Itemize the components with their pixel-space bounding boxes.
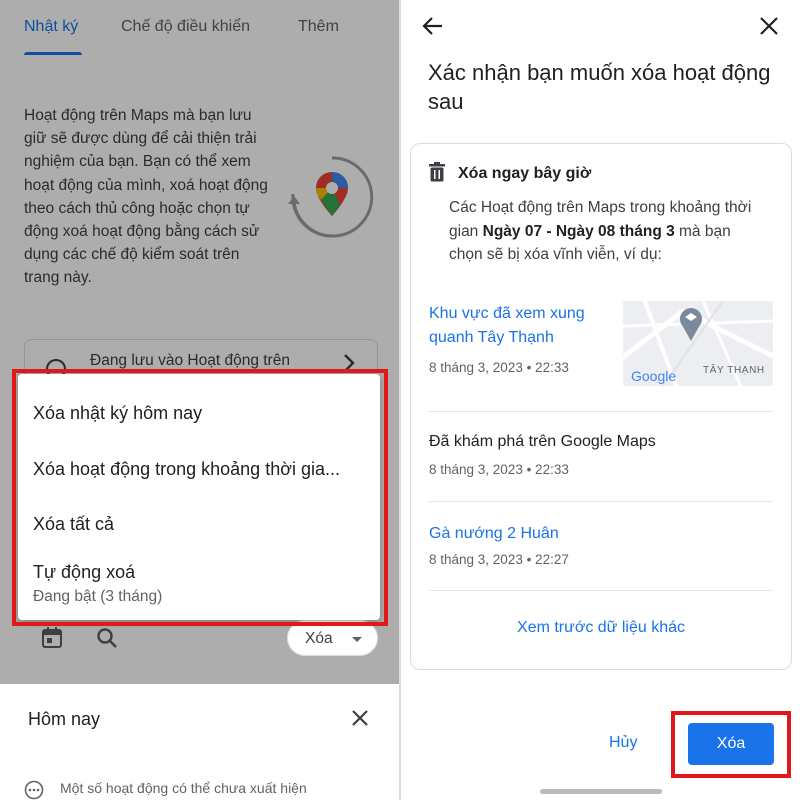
- today-heading: Hôm nay: [28, 709, 101, 729]
- map-place-label: TÂY THẠNH: [703, 363, 765, 376]
- activity-title: Đã khám phá trên Google Maps: [429, 433, 656, 450]
- calendar-icon[interactable]: [40, 626, 64, 655]
- delete-chip-label: Xóa: [305, 630, 333, 647]
- today-section: Hôm nay Một số hoạt động có thể chưa xuấ…: [0, 684, 400, 800]
- row-divider: [429, 501, 773, 502]
- activity-title-link[interactable]: Gà nướng 2 Huân: [429, 522, 774, 546]
- activity-item: Đã khám phá trên Google Maps 8 tháng 3, …: [429, 433, 774, 477]
- home-indicator: [540, 789, 662, 794]
- highlight-box-menu: [12, 369, 388, 626]
- back-arrow-icon[interactable]: [421, 14, 445, 43]
- activity-date: 8 tháng 3, 2023 • 22:27: [429, 552, 569, 567]
- delete-now-heading: Xóa ngay bây giờ: [458, 165, 592, 182]
- activity-item: Gà nướng 2 Huân 8 tháng 3, 2023 • 22:27: [429, 522, 774, 567]
- more-horizontal-icon: [24, 780, 44, 800]
- cancel-button[interactable]: Hủy: [609, 734, 637, 752]
- activity-date: 8 tháng 3, 2023 • 22:33: [429, 462, 569, 477]
- close-icon[interactable]: [350, 708, 370, 733]
- trash-icon: [429, 162, 445, 187]
- page-title: Xác nhận bạn muốn xóa hoạt động sau: [428, 60, 771, 114]
- caret-down-icon: [352, 637, 362, 642]
- search-icon[interactable]: [95, 626, 119, 655]
- map-thumbnail[interactable]: Google TÂY THẠNH: [623, 301, 773, 386]
- row-divider: [429, 411, 773, 412]
- close-icon[interactable]: [758, 15, 780, 42]
- delete-now-card: Xóa ngay bây giờ Các Hoạt động trên Maps…: [410, 143, 792, 670]
- activity-title-link[interactable]: Khu vực đã xem xung quanh Tây Thạnh: [429, 302, 604, 349]
- activity-date: 8 tháng 3, 2023 • 22:33: [429, 360, 569, 375]
- desc-date-range: Ngày 07 - Ngày 08 tháng 3: [482, 222, 675, 240]
- row-divider: [429, 590, 773, 591]
- delete-button[interactable]: Xóa: [688, 723, 774, 765]
- preview-more-link[interactable]: Xem trước dữ liệu khác: [411, 619, 791, 637]
- activity-panel: Nhật ký Chế độ điều khiển Thêm Hoạt động…: [0, 0, 400, 800]
- pending-activity-note: Một số hoạt động có thể chưa xuất hiện: [60, 780, 307, 796]
- google-logo: Google: [631, 368, 676, 384]
- delete-now-description: Các Hoạt động trên Maps trong khoảng thờ…: [449, 196, 759, 267]
- confirm-delete-panel: Xác nhận bạn muốn xóa hoạt động sau Xóa …: [401, 0, 800, 800]
